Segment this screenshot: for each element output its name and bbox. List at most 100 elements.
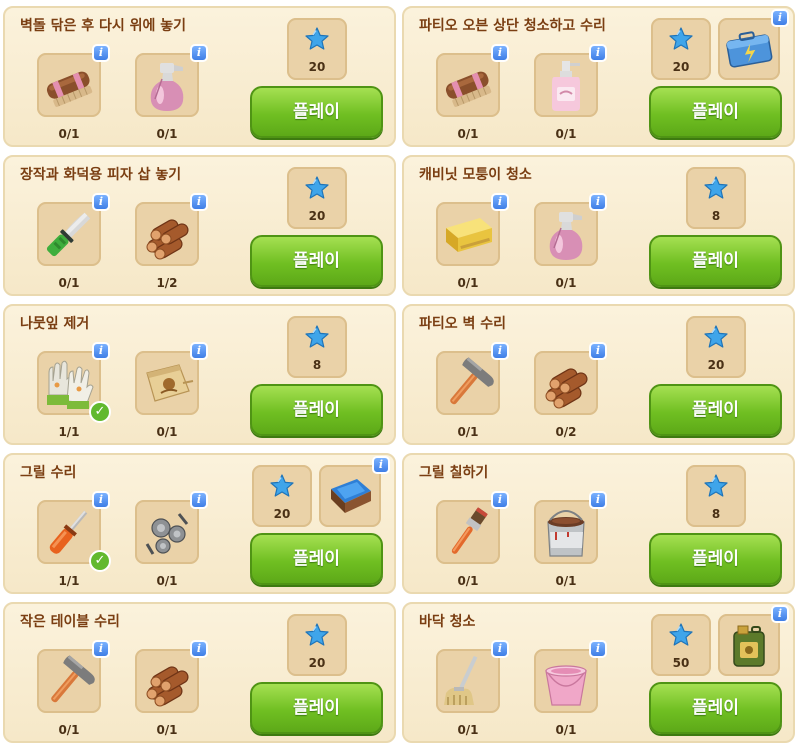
info-icon[interactable]: i [190, 342, 208, 360]
item-count: 0/1 [58, 723, 80, 737]
info-icon[interactable]: i [491, 640, 509, 658]
play-button[interactable]: 플레이 [649, 235, 782, 287]
item-count: 0/1 [457, 574, 479, 588]
required-item-slot[interactable]: i [135, 640, 208, 713]
item-count: 1/1 [58, 425, 80, 439]
checkmark-icon: ✓ [89, 550, 111, 572]
bonus-reward-slot[interactable]: i [319, 456, 390, 527]
quest-title: 바닥 청소 [419, 614, 476, 630]
quest-title: 파티오 오븐 상단 청소하고 수리 [419, 18, 606, 34]
info-icon[interactable]: i [589, 491, 607, 509]
play-button[interactable]: 플레이 [649, 682, 782, 734]
info-icon[interactable]: i [771, 605, 789, 623]
info-icon[interactable]: i [589, 640, 607, 658]
info-icon[interactable]: i [771, 9, 789, 27]
info-icon[interactable]: i [491, 44, 509, 62]
required-item-slot[interactable]: i [37, 44, 110, 117]
quest-card: 그릴 수리 i ✓ 1/1 i 0/1 20 i 플레이 [3, 453, 396, 594]
reward-value: 8 [711, 507, 721, 521]
required-item-slot[interactable]: i [135, 342, 208, 415]
play-button[interactable]: 플레이 [250, 533, 383, 585]
required-item-slot[interactable]: i [135, 193, 208, 266]
item-count: 0/1 [555, 276, 577, 290]
required-item-slot[interactable]: i [534, 44, 607, 117]
quest-card: 작은 테이블 수리 i 0/1 i 0/1 20 플레이 [3, 602, 396, 743]
info-icon[interactable]: i [190, 640, 208, 658]
info-icon[interactable]: i [491, 193, 509, 211]
required-item-slot[interactable]: i [135, 491, 208, 564]
star-reward: 20 [252, 465, 312, 527]
quest-card: 나뭇잎 제거 i ✓ 1/1 i 0/1 8 플레이 [3, 304, 396, 445]
star-reward: 20 [651, 18, 711, 80]
item-count: 0/1 [58, 127, 80, 141]
item-count: 0/1 [457, 276, 479, 290]
item-count: 0/1 [156, 723, 178, 737]
reward-value: 20 [707, 358, 725, 372]
info-icon[interactable]: i [190, 44, 208, 62]
item-count: 1/2 [156, 276, 178, 290]
required-item-slot[interactable]: i ✓ [37, 342, 111, 423]
reward-value: 8 [711, 209, 721, 223]
bonus-reward-slot[interactable]: i [718, 605, 789, 676]
reward-value: 20 [308, 60, 326, 74]
item-count: 0/2 [555, 425, 577, 439]
quest-title: 파티오 벽 수리 [419, 316, 507, 332]
play-button[interactable]: 플레이 [250, 682, 383, 734]
reward-value: 20 [273, 507, 291, 521]
play-button[interactable]: 플레이 [649, 533, 782, 585]
play-button[interactable]: 플레이 [649, 384, 782, 436]
required-item-slot[interactable]: i [534, 491, 607, 564]
required-item-slot[interactable]: i [534, 640, 607, 713]
info-icon[interactable]: i [190, 491, 208, 509]
item-count: 0/1 [58, 276, 80, 290]
item-count: 1/1 [58, 574, 80, 588]
required-item-slot[interactable]: i [37, 193, 110, 266]
info-icon[interactable]: i [372, 456, 390, 474]
quest-title: 그릴 수리 [20, 465, 77, 481]
item-count: 0/1 [156, 127, 178, 141]
reward-value: 50 [672, 656, 690, 670]
required-item-slot[interactable]: i ✓ [37, 491, 111, 572]
required-item-slot[interactable]: i [436, 193, 509, 266]
required-item-slot[interactable]: i [534, 193, 607, 266]
info-icon[interactable]: i [589, 342, 607, 360]
item-count: 0/1 [555, 574, 577, 588]
info-icon[interactable]: i [190, 193, 208, 211]
info-icon[interactable]: i [589, 193, 607, 211]
info-icon[interactable]: i [92, 491, 110, 509]
checkmark-icon: ✓ [89, 401, 111, 423]
item-count: 0/1 [555, 723, 577, 737]
info-icon[interactable]: i [92, 640, 110, 658]
reward-value: 20 [308, 209, 326, 223]
required-item-slot[interactable]: i [436, 491, 509, 564]
quest-title: 캐비닛 모퉁이 청소 [419, 167, 532, 183]
required-item-slot[interactable]: i [534, 342, 607, 415]
info-icon[interactable]: i [491, 491, 509, 509]
play-button[interactable]: 플레이 [649, 86, 782, 138]
item-count: 0/1 [457, 127, 479, 141]
item-count: 0/1 [156, 425, 178, 439]
required-item-slot[interactable]: i [436, 44, 509, 117]
star-reward: 20 [686, 316, 746, 378]
play-button[interactable]: 플레이 [250, 86, 383, 138]
quest-title: 벽돌 닦은 후 다시 위에 놓기 [20, 18, 187, 34]
required-item-slot[interactable]: i [135, 44, 208, 117]
info-icon[interactable]: i [92, 44, 110, 62]
item-count: 0/1 [457, 723, 479, 737]
info-icon[interactable]: i [92, 342, 110, 360]
quest-card: 장작과 화덕용 피자 삽 놓기 i 0/1 i 1/2 20 플레이 [3, 155, 396, 296]
star-reward: 20 [287, 18, 347, 80]
item-count: 0/1 [156, 574, 178, 588]
play-button[interactable]: 플레이 [250, 235, 383, 287]
play-button[interactable]: 플레이 [250, 384, 383, 436]
quest-card: 그릴 칠하기 i 0/1 i 0/1 8 플레이 [402, 453, 795, 594]
info-icon[interactable]: i [491, 342, 509, 360]
info-icon[interactable]: i [589, 44, 607, 62]
star-reward: 20 [287, 167, 347, 229]
info-icon[interactable]: i [92, 193, 110, 211]
required-item-slot[interactable]: i [436, 342, 509, 415]
star-reward: 50 [651, 614, 711, 676]
required-item-slot[interactable]: i [436, 640, 509, 713]
bonus-reward-slot[interactable]: i [718, 9, 789, 80]
required-item-slot[interactable]: i [37, 640, 110, 713]
